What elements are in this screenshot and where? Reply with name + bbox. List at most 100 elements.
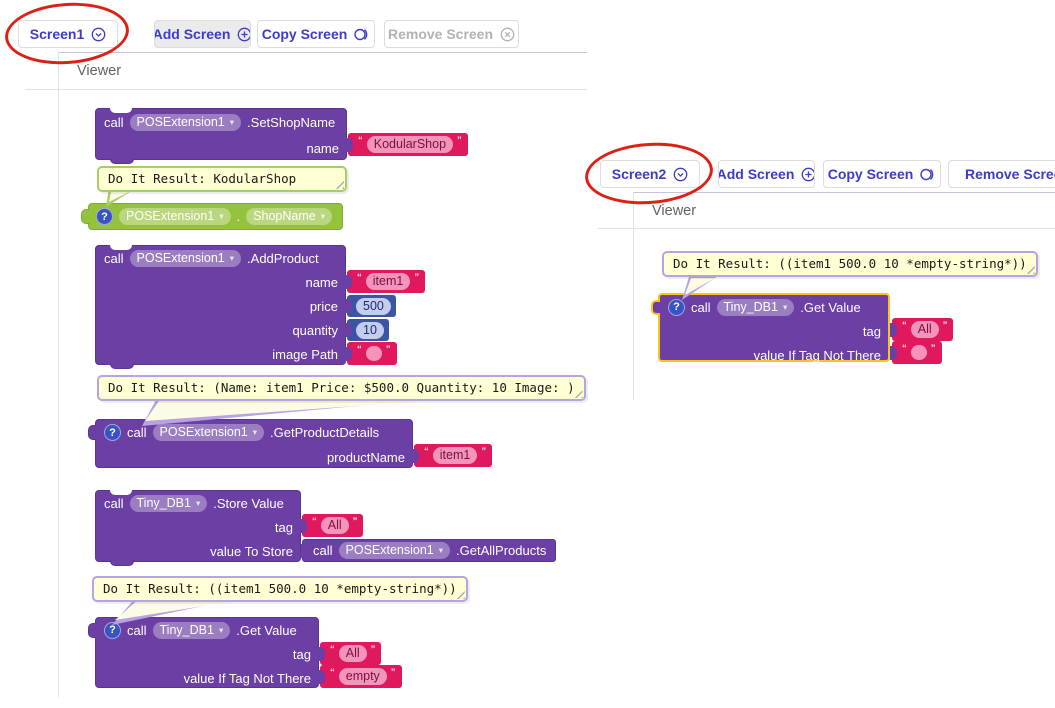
param-label: tag: [293, 647, 311, 662]
number-value[interactable]: 500: [356, 298, 391, 315]
plus-circle-icon: [237, 27, 251, 42]
property-dropdown[interactable]: ShopName: [246, 208, 332, 225]
param-row: productName: [96, 445, 412, 469]
method-label: .Get Value: [236, 623, 296, 638]
number-value[interactable]: 10: [356, 322, 384, 339]
param-label: value If Tag Not There: [184, 671, 311, 686]
block-get-all-products[interactable]: call POSExtension1 .GetAllProducts: [302, 539, 556, 562]
text-value[interactable]: item1: [366, 273, 411, 290]
text-block-empty-string[interactable]: “ empty ”: [320, 665, 402, 688]
remove-screen-button[interactable]: Remove Screen: [948, 160, 1055, 188]
add-screen-button[interactable]: Add Screen: [154, 20, 251, 48]
output-plug: [651, 300, 660, 315]
component-dropdown[interactable]: POSExtension1: [130, 114, 242, 131]
quote-close-icon: ”: [386, 344, 391, 355]
blocks-editor-canvas: Screen1 Add Screen Copy Screen Remove Sc…: [0, 0, 1055, 708]
call-keyword: call: [313, 543, 333, 558]
component-dropdown[interactable]: Tiny_DB1: [717, 299, 795, 316]
component-dropdown[interactable]: POSExtension1: [130, 250, 242, 267]
help-icon: [668, 299, 685, 316]
number-block-10[interactable]: 10: [347, 319, 389, 341]
text-value[interactable]: empty: [339, 668, 387, 685]
add-screen-button[interactable]: Add Screen: [718, 160, 815, 188]
param-label: quantity: [292, 323, 338, 338]
text-value[interactable]: [911, 345, 927, 360]
do-it-result-bubble[interactable]: Do It Result: ((item1 500.0 10 *empty-st…: [662, 251, 1038, 277]
viewer-divider: [634, 228, 1055, 229]
do-it-result-text: Do It Result: (Name: item1 Price: $500.0…: [108, 380, 575, 395]
quote-open-icon: “: [902, 343, 907, 354]
output-plug: [88, 425, 97, 440]
component-dropdown[interactable]: POSExtension1: [339, 542, 451, 559]
param-label: value If Tag Not There: [754, 348, 881, 363]
text-block-all[interactable]: “ All ”: [302, 514, 363, 537]
do-it-result-bubble[interactable]: Do It Result: ((item1 500.0 10 *empty-st…: [92, 576, 468, 602]
add-screen-label: Add Screen: [154, 26, 230, 42]
text-value[interactable]: All: [339, 645, 367, 662]
text-value[interactable]: KodularShop: [367, 136, 453, 153]
add-screen-label: Add Screen: [718, 166, 794, 182]
text-value[interactable]: [366, 346, 382, 361]
param-row: value If Tag Not There: [96, 666, 318, 690]
text-block-all[interactable]: “ All ”: [892, 318, 953, 341]
help-icon: [96, 208, 113, 225]
component-dropdown[interactable]: POSExtension1: [153, 424, 265, 441]
text-block-kodularshop[interactable]: “ KodularShop ”: [348, 133, 468, 156]
param-label: value To Store: [210, 544, 293, 559]
text-block-all[interactable]: “ All ”: [320, 642, 381, 665]
do-it-result-bubble[interactable]: Do It Result: (Name: item1 Price: $500.0…: [97, 375, 586, 401]
screen-selector-button[interactable]: Screen1: [18, 20, 118, 48]
quote-close-icon: ”: [414, 272, 419, 283]
remove-screen-button[interactable]: Remove Screen: [384, 20, 519, 48]
copy-screen-button[interactable]: Copy Screen: [257, 20, 375, 48]
resize-grip-icon[interactable]: [334, 179, 344, 189]
quote-open-icon: “: [357, 272, 362, 283]
param-row: tag: [96, 642, 318, 666]
text-value[interactable]: All: [321, 517, 349, 534]
block-title-row: call POSExtension1 .AddProduct: [96, 246, 345, 270]
quote-close-icon: ”: [353, 516, 358, 527]
text-block-item1[interactable]: “ item1 ”: [414, 444, 492, 467]
do-it-result-bubble[interactable]: Do It Result: KodularShop: [97, 166, 347, 192]
quote-close-icon: ”: [391, 667, 396, 678]
screen-selector-button[interactable]: Screen2: [600, 160, 700, 188]
text-block-item1[interactable]: “ item1 ”: [347, 270, 425, 293]
plus-circle-icon: [801, 167, 815, 182]
quote-close-icon: ”: [371, 644, 376, 655]
viewer-divider-stub: [25, 89, 58, 90]
param-label: tag: [275, 520, 293, 535]
component-dropdown[interactable]: POSExtension1: [119, 208, 231, 225]
param-label: name: [306, 141, 339, 156]
param-row: tag: [96, 515, 300, 539]
copy-icon: [920, 167, 936, 182]
viewer-heading: Viewer: [77, 63, 121, 79]
block-get-value[interactable]: call Tiny_DB1 .Get Value tag value If Ta…: [95, 617, 319, 688]
param-row: value To Store: [96, 539, 300, 563]
call-keyword: call: [104, 115, 124, 130]
param-row: image Path: [96, 342, 345, 366]
screen-selector-label: Screen2: [612, 166, 666, 182]
block-get-product-details[interactable]: call POSExtension1 .GetProductDetails pr…: [95, 419, 413, 468]
do-it-result-text: Do It Result: ((item1 500.0 10 *empty-st…: [673, 256, 1027, 271]
component-dropdown[interactable]: Tiny_DB1: [130, 495, 208, 512]
param-row: tag: [660, 319, 888, 343]
dot-separator: .: [237, 209, 241, 224]
param-label: productName: [327, 450, 405, 465]
block-shopname-getter[interactable]: POSExtension1 . ShopName: [88, 203, 343, 230]
block-store-value[interactable]: call Tiny_DB1 .Store Value tag value To …: [95, 490, 301, 562]
text-value[interactable]: item1: [433, 447, 478, 464]
method-label: .Store Value: [213, 496, 284, 511]
panel-divider: [633, 192, 1055, 193]
text-block-empty[interactable]: “ ”: [892, 341, 942, 364]
method-label: .Get Value: [800, 300, 860, 315]
block-get-value-selected[interactable]: call Tiny_DB1 .Get Value tag value If Ta…: [658, 293, 890, 362]
text-block-empty[interactable]: “ ”: [347, 342, 397, 365]
call-keyword: call: [104, 496, 124, 511]
chevron-down-circle-icon: [673, 167, 688, 182]
block-add-product[interactable]: call POSExtension1 .AddProduct name pric…: [95, 245, 346, 365]
bubble-tail: [142, 398, 442, 426]
number-block-500[interactable]: 500: [347, 295, 396, 317]
block-set-shop-name[interactable]: call POSExtension1 .SetShopName name: [95, 108, 347, 160]
text-value[interactable]: All: [911, 321, 939, 338]
copy-screen-button[interactable]: Copy Screen: [823, 160, 941, 188]
